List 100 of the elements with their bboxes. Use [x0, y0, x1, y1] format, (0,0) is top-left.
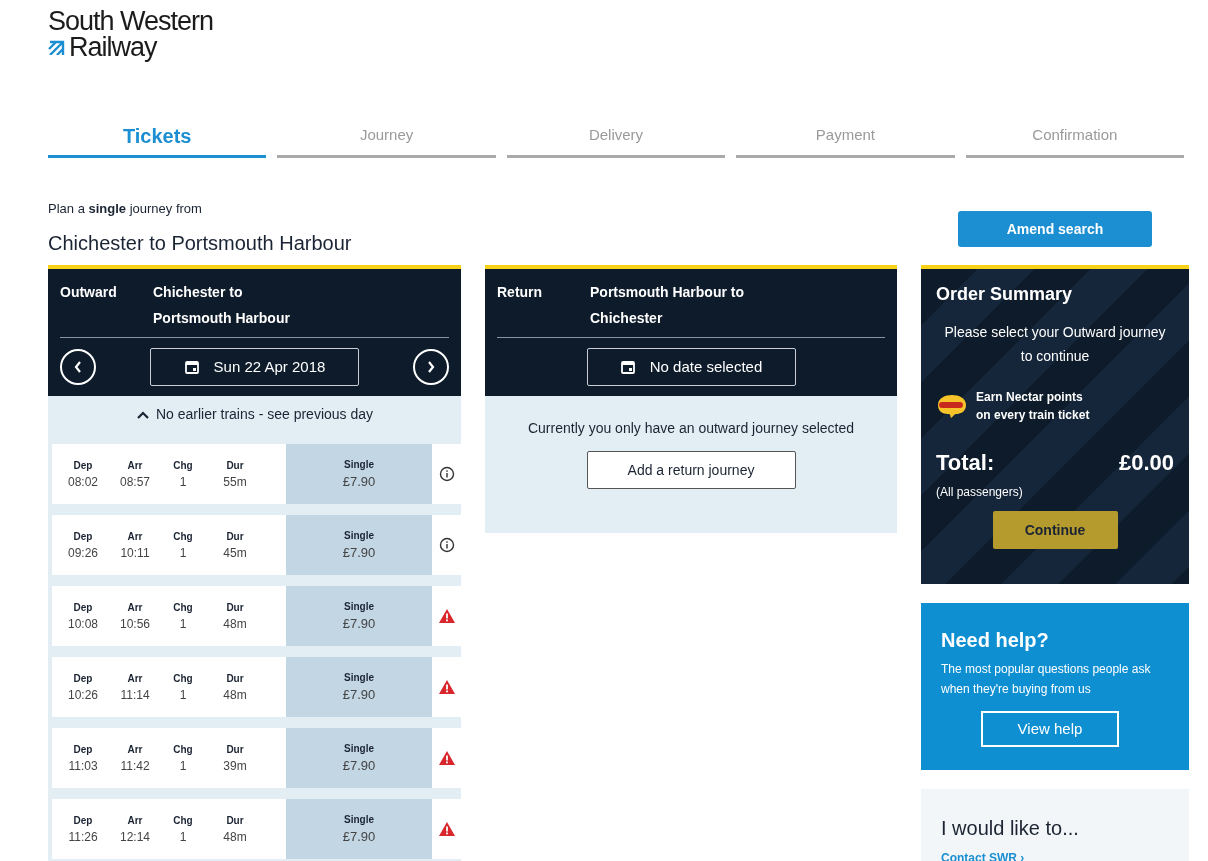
train-value: 08:57	[120, 473, 150, 491]
logo-text: South Western	[48, 8, 214, 34]
column-label: Arr	[127, 742, 143, 757]
column-label: Dur	[226, 742, 244, 757]
column-label: Dur	[226, 458, 244, 473]
next-day-button[interactable]	[413, 349, 449, 385]
add-return-button[interactable]: Add a return journey	[586, 451, 796, 489]
column-label: Dep	[73, 458, 93, 473]
column-label: Dep	[73, 813, 93, 828]
fare-label: Single	[344, 670, 374, 685]
journey-label: Return	[497, 283, 544, 302]
chevron-up-icon	[135, 409, 150, 420]
train-value: 1	[179, 615, 187, 633]
fare-label: Single	[344, 812, 374, 827]
train-value: 12:14	[120, 828, 150, 846]
column-label: Chg	[173, 742, 193, 757]
date-button[interactable]: Sun 22 Apr 2018	[150, 348, 359, 386]
fare-price: £7.90	[342, 685, 376, 704]
column-label: Chg	[173, 458, 193, 473]
amend-search-button[interactable]: Amend search	[958, 211, 1152, 247]
chevron-left-icon	[73, 360, 83, 374]
fare-cell[interactable]: Single £7.90	[286, 444, 432, 504]
fare-cell[interactable]: Single £7.90	[286, 586, 432, 646]
fare-cell[interactable]: Single £7.90	[286, 799, 432, 859]
view-help-button[interactable]: View help	[981, 711, 1119, 747]
route-title: Chichester to Portsmouth Harbour	[48, 231, 352, 256]
journey-label: Outward	[60, 283, 118, 302]
nectar-text: on every train ticket	[976, 407, 1090, 424]
info-icon[interactable]	[438, 466, 455, 482]
fare-price: £7.90	[342, 614, 376, 633]
column-label: Arr	[127, 671, 143, 686]
route-text: Portsmouth Harbour to	[590, 283, 744, 302]
panel-title: Order Summary	[936, 283, 1074, 306]
column-label: Dur	[226, 600, 244, 615]
column-label: Dur	[226, 671, 244, 686]
train-value: 39m	[223, 757, 247, 775]
logo-text: Railway	[69, 34, 157, 60]
column-label: Dep	[73, 671, 93, 686]
fare-price: £7.90	[342, 756, 376, 775]
previous-day-button[interactable]	[60, 349, 96, 385]
column-label: Chg	[173, 671, 193, 686]
train-value: 48m	[223, 828, 247, 846]
return-message: Currently you only have an outward journey selected	[527, 419, 855, 438]
route-text: Chichester to	[153, 283, 244, 302]
column-label: Arr	[127, 458, 143, 473]
train-value: 45m	[223, 544, 247, 562]
train-value: 11:42	[120, 757, 150, 775]
date-button[interactable]: No date selected	[586, 348, 796, 386]
warning-icon[interactable]	[437, 608, 456, 624]
panel-title: Need help?	[941, 628, 1050, 653]
progress-step[interactable]: Tickets	[48, 116, 267, 158]
continue-button[interactable]: Continue	[992, 511, 1118, 549]
train-value: 11:03	[68, 757, 98, 775]
column-label: Dur	[226, 529, 244, 544]
help-text: The most popular questions people ask when they're buying from us	[941, 661, 1152, 698]
calendar-icon	[183, 359, 200, 375]
route-text: Portsmouth Harbour	[153, 309, 290, 328]
fare-label: Single	[344, 528, 374, 543]
column-label: Dep	[73, 600, 93, 615]
train-value: 1	[179, 473, 187, 491]
train-value: 08:02	[68, 473, 98, 491]
fare-price: £7.90	[342, 472, 376, 491]
train-value: 1	[179, 828, 187, 846]
train-value: 11:14	[120, 686, 150, 704]
train-value: 10:26	[68, 686, 98, 704]
panel-title: I would like to...	[941, 816, 1080, 841]
summary-message: Please select your Outward journey to continue	[943, 323, 1167, 366]
fare-cell[interactable]: Single £7.90	[286, 657, 432, 717]
column-label: Arr	[127, 600, 143, 615]
column-label: Dep	[73, 742, 93, 757]
column-label: Chg	[173, 600, 193, 615]
fare-label: Single	[344, 599, 374, 614]
total-label: Total:	[936, 449, 995, 477]
column-label: Dur	[226, 813, 244, 828]
train-value: 09:26	[68, 544, 98, 562]
fare-price: £7.90	[342, 827, 376, 846]
intro-text: Plan a single journey from	[48, 200, 202, 218]
train-value: 48m	[223, 615, 247, 633]
calendar-icon	[619, 359, 636, 375]
fare-cell[interactable]: Single £7.90	[286, 728, 432, 788]
train-value: 1	[179, 686, 187, 704]
total-value: £0.00	[1118, 449, 1174, 477]
warning-icon[interactable]	[437, 679, 456, 695]
train-value: 11:26	[68, 828, 98, 846]
train-value: 10:11	[120, 544, 150, 562]
route-text: Chichester	[590, 309, 664, 328]
column-label: Arr	[127, 813, 143, 828]
earlier-trains-link[interactable]: No earlier trains - see previous day	[155, 404, 374, 425]
warning-icon[interactable]	[437, 821, 456, 837]
chevron-right-icon	[426, 360, 436, 374]
fare-cell[interactable]: Single £7.90	[286, 515, 432, 575]
column-label: Chg	[173, 529, 193, 544]
column-label: Arr	[127, 529, 143, 544]
train-value: 55m	[223, 473, 247, 491]
train-value: 1	[179, 757, 187, 775]
column-label: Dep	[73, 529, 93, 544]
info-icon[interactable]	[438, 537, 455, 553]
column-label: Chg	[173, 813, 193, 828]
warning-icon[interactable]	[437, 750, 456, 766]
nectar-text: Earn Nectar points	[976, 389, 1084, 406]
